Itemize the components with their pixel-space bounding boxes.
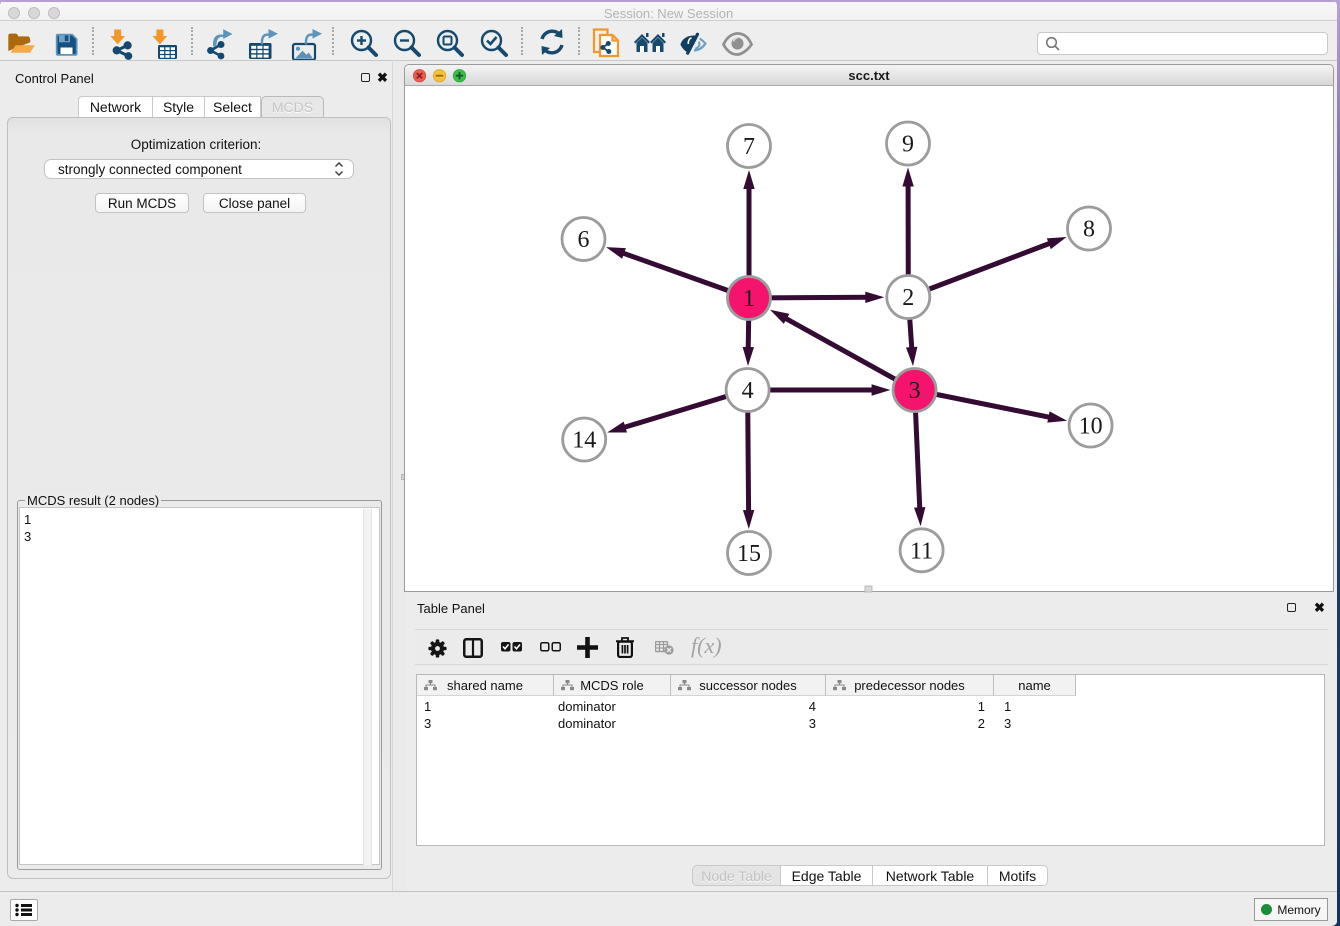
svg-text:14: 14 — [572, 428, 596, 454]
svg-text:8: 8 — [1083, 217, 1095, 243]
svg-text:3: 3 — [909, 378, 921, 404]
svg-text:10: 10 — [1079, 414, 1103, 440]
svg-text:2: 2 — [902, 285, 914, 311]
svg-text:11: 11 — [910, 538, 933, 564]
svg-text:9: 9 — [902, 132, 914, 158]
svg-text:4: 4 — [742, 378, 754, 404]
svg-text:1: 1 — [743, 286, 755, 312]
svg-text:7: 7 — [743, 134, 755, 160]
svg-text:15: 15 — [737, 541, 761, 567]
svg-text:6: 6 — [578, 227, 590, 253]
